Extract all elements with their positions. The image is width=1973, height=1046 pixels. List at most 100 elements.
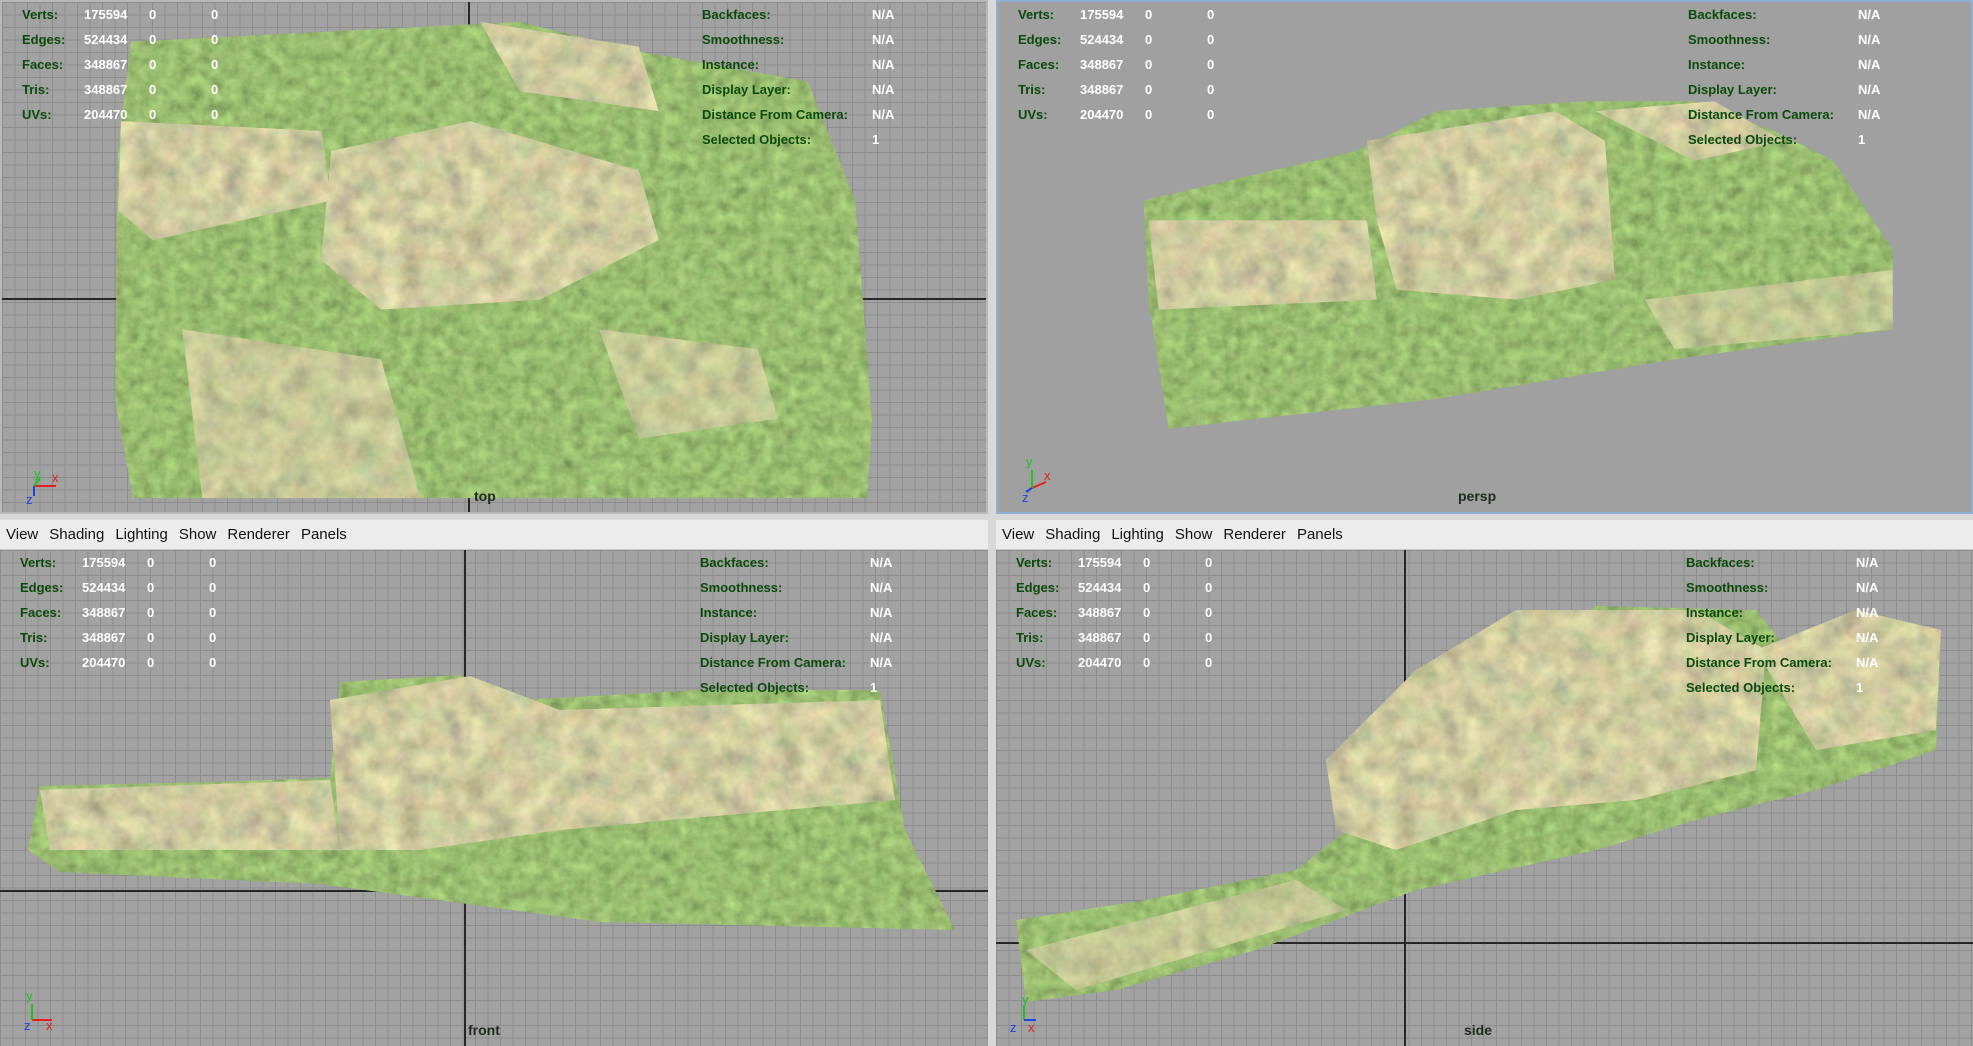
object-info-hud: Backfaces: N/A Smoothness: N/A Instance: N/… xyxy=(1686,550,1896,700)
stat-value: 175594 xyxy=(1080,7,1124,22)
stat-value: 0 xyxy=(1143,655,1151,670)
stat-value: 348867 xyxy=(1080,82,1124,97)
stat-value: 0 xyxy=(209,555,217,570)
stat-value: 204470 xyxy=(82,655,126,670)
menu-shading[interactable]: Shading xyxy=(49,526,104,543)
stat-row-faces: Faces: 348867 0 0 xyxy=(20,600,249,625)
stat-label: Faces: xyxy=(20,605,62,620)
stat-value: 175594 xyxy=(1078,555,1122,570)
prop-row-distance: Distance From Camera: N/A xyxy=(702,102,912,127)
svg-text:y: y xyxy=(34,466,41,481)
prop-label: Display Layer: xyxy=(700,630,789,645)
prop-label: Selected Objects: xyxy=(700,680,810,695)
prop-value: 1 xyxy=(872,132,880,147)
prop-value: N/A xyxy=(872,57,895,72)
menu-renderer[interactable]: Renderer xyxy=(227,526,290,543)
menu-lighting[interactable]: Lighting xyxy=(1111,526,1164,543)
stat-label: UVs: xyxy=(1016,655,1046,670)
stat-label: Verts: xyxy=(20,555,57,570)
prop-value: N/A xyxy=(1856,580,1879,595)
prop-row-selected: Selected Objects: 1 xyxy=(702,127,912,152)
stat-value: 0 xyxy=(211,32,219,47)
stat-value: 524434 xyxy=(84,32,128,47)
prop-label: Backfaces: xyxy=(1686,555,1755,570)
camera-label: persp xyxy=(1458,488,1497,504)
stat-label: Faces: xyxy=(1018,57,1060,72)
stat-row-edges: Edges: 524434 0 0 xyxy=(22,27,251,52)
prop-value: N/A xyxy=(1856,555,1879,570)
prop-value: N/A xyxy=(870,555,893,570)
stat-row-uvs: UVs: 204470 0 0 xyxy=(20,650,249,675)
prop-label: Smoothness: xyxy=(702,32,785,47)
stat-value: 0 xyxy=(1207,7,1215,22)
prop-row-backfaces: Backfaces: N/A xyxy=(1688,2,1898,27)
stat-value: 0 xyxy=(149,82,157,97)
prop-row-distance: Distance From Camera: N/A xyxy=(1686,650,1896,675)
prop-row-instance: Instance: N/A xyxy=(1686,600,1896,625)
prop-row-distance: Distance From Camera: N/A xyxy=(1688,102,1898,127)
svg-text:y: y xyxy=(1026,454,1033,469)
stat-label: Tris: xyxy=(20,630,48,645)
stat-value: 204470 xyxy=(84,107,128,122)
prop-value: N/A xyxy=(872,107,895,122)
stat-value: 175594 xyxy=(82,555,126,570)
stat-value: 348867 xyxy=(1080,57,1124,72)
stat-value: 0 xyxy=(1145,57,1153,72)
prop-value: N/A xyxy=(1858,82,1881,97)
stat-value: 0 xyxy=(1205,655,1213,670)
prop-value: 1 xyxy=(1858,132,1866,147)
menu-panels[interactable]: Panels xyxy=(301,526,347,543)
prop-row-selected: Selected Objects: 1 xyxy=(700,675,910,700)
svg-text:z: z xyxy=(1010,1020,1017,1035)
stat-value: 0 xyxy=(1205,630,1213,645)
menu-view[interactable]: View xyxy=(6,526,38,543)
prop-value: N/A xyxy=(872,82,895,97)
stat-value: 0 xyxy=(1205,580,1213,595)
stat-value: 524434 xyxy=(1080,32,1124,47)
menu-view[interactable]: View xyxy=(1002,526,1034,543)
stat-row-uvs: UVs: 204470 0 0 xyxy=(1018,102,1247,127)
prop-row-display-layer: Display Layer: N/A xyxy=(1686,625,1896,650)
stat-value: 0 xyxy=(149,7,157,22)
stat-value: 0 xyxy=(211,7,219,22)
svg-text:z: z xyxy=(24,1018,31,1033)
prop-label: Backfaces: xyxy=(702,7,771,22)
viewport-front[interactable]: Verts: 175594 0 0 Edges: 524434 0 0 Faces: 3488… xyxy=(0,550,988,1046)
stat-value: 0 xyxy=(211,57,219,72)
stat-value: 0 xyxy=(209,655,217,670)
stat-value: 0 xyxy=(1145,107,1153,122)
menu-renderer[interactable]: Renderer xyxy=(1223,526,1286,543)
menu-lighting[interactable]: Lighting xyxy=(115,526,168,543)
prop-row-distance: Distance From Camera: N/A xyxy=(700,650,910,675)
menu-panels[interactable]: Panels xyxy=(1297,526,1343,543)
stat-value: 0 xyxy=(1143,555,1151,570)
stat-value: 0 xyxy=(1145,32,1153,47)
menu-shading[interactable]: Shading xyxy=(1045,526,1100,543)
prop-row-smoothness: Smoothness: N/A xyxy=(700,575,910,600)
stat-row-tris: Tris: 348867 0 0 xyxy=(1018,77,1247,102)
svg-text:x: x xyxy=(52,470,59,485)
prop-row-display-layer: Display Layer: N/A xyxy=(1688,77,1898,102)
stat-value: 0 xyxy=(147,555,155,570)
menu-show[interactable]: Show xyxy=(179,526,217,543)
stat-row-faces: Faces: 348867 0 0 xyxy=(22,52,251,77)
prop-row-selected: Selected Objects: 1 xyxy=(1686,675,1896,700)
axis-gizmo-icon: x y z xyxy=(1022,454,1062,505)
stat-value: 0 xyxy=(1205,555,1213,570)
camera-label: side xyxy=(1464,1022,1493,1038)
prop-label: Display Layer: xyxy=(1686,630,1775,645)
stat-row-verts: Verts: 175594 0 0 xyxy=(22,2,251,27)
menu-show[interactable]: Show xyxy=(1175,526,1213,543)
prop-label: Instance: xyxy=(700,605,758,620)
viewport-top[interactable]: Verts: 175594 0 0 Edges: 524434 0 0 Faces: 3488… xyxy=(0,0,988,514)
viewport-side[interactable]: Verts: 175594 0 0 Edges: 524434 0 0 Faces: 3488… xyxy=(996,550,1973,1046)
prop-value: N/A xyxy=(870,630,893,645)
stat-value: 0 xyxy=(1207,57,1215,72)
viewport-persp[interactable]: Verts: 175594 0 0 Edges: 524434 0 0 Faces: 3488… xyxy=(996,0,1973,514)
prop-value: N/A xyxy=(872,7,895,22)
stat-label: Edges: xyxy=(1016,580,1060,595)
stat-value: 0 xyxy=(147,655,155,670)
prop-value: 1 xyxy=(870,680,878,695)
stat-row-faces: Faces: 348867 0 0 xyxy=(1018,52,1247,77)
stat-value: 204470 xyxy=(1080,107,1124,122)
